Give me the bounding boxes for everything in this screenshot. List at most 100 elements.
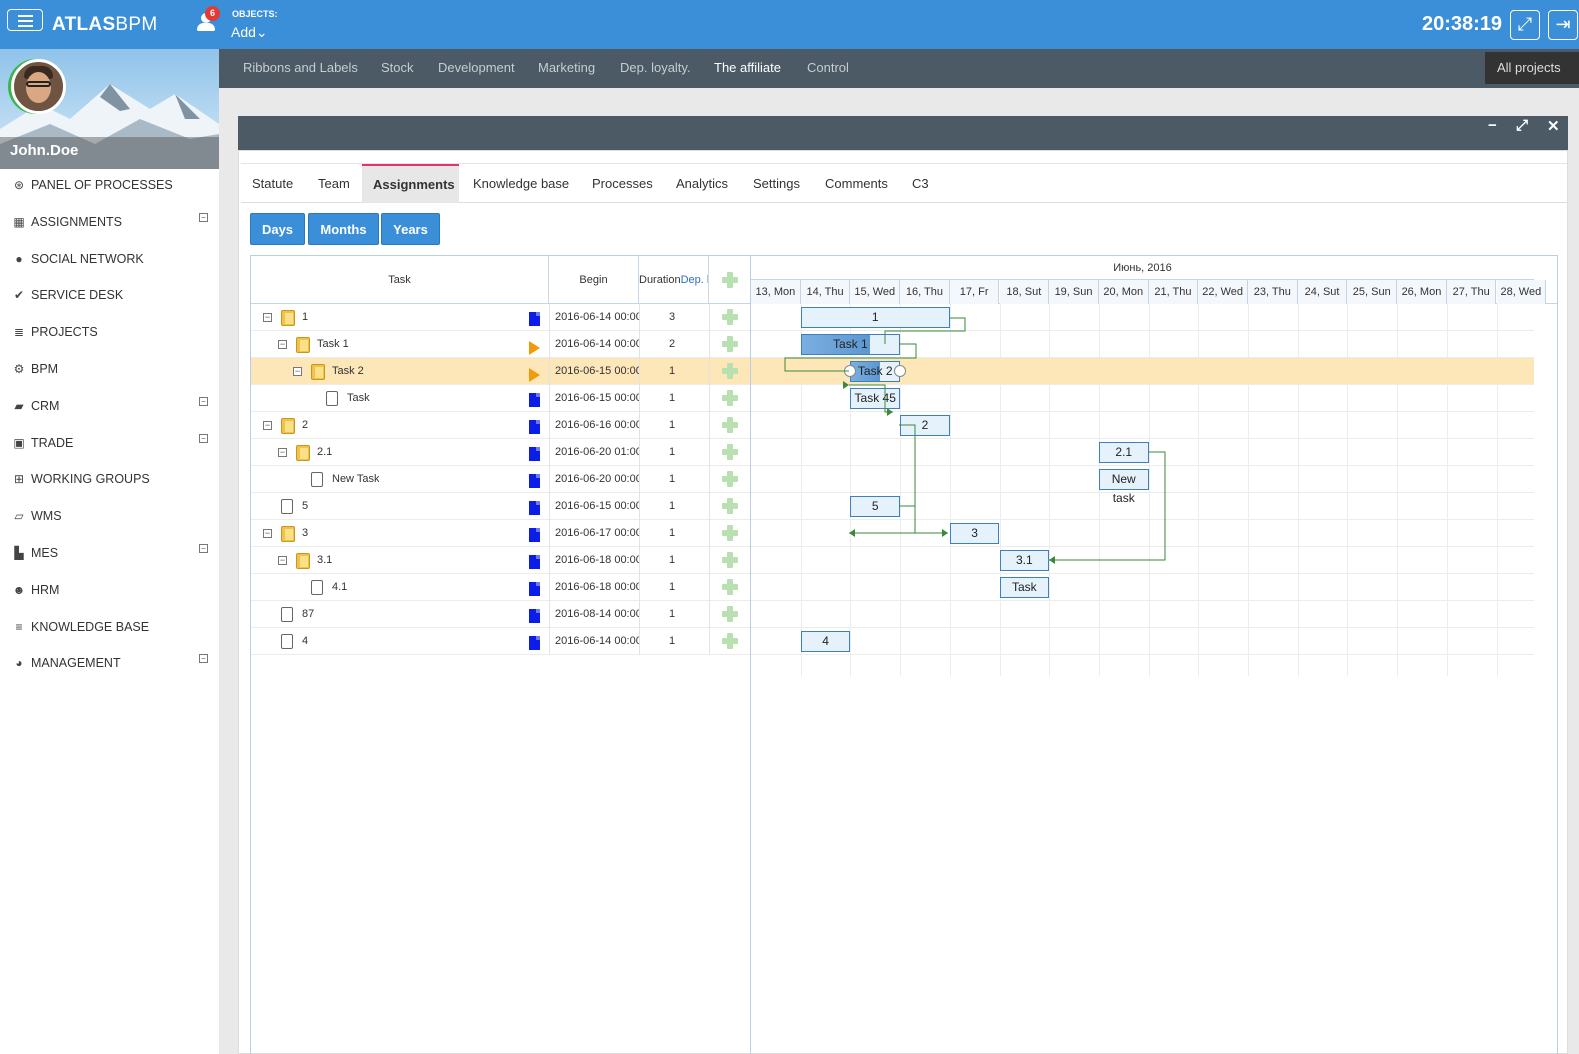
tab-processes[interactable]: Processes [581, 164, 664, 203]
sidebar-item-knowledge-base[interactable]: ≡ KNOWLEDGE BASE [0, 611, 219, 648]
day-header: 26, Mon [1397, 280, 1447, 304]
day-header: 14, Thu [800, 280, 851, 304]
sidebar-item-wms[interactable]: ▱ WMS [0, 500, 219, 537]
tab-team[interactable]: Team [307, 164, 361, 203]
cogs-icon: ⚙ [13, 361, 25, 376]
gantt-grid: Task Begin DurationDep. l Июнь, 2016 13,… [250, 255, 1558, 1054]
sidebar-item-social-network[interactable]: ● SOCIAL NETWORK [0, 243, 219, 280]
expand-toggle-icon[interactable]: − [199, 543, 208, 553]
clock: 20:38:19 [1422, 13, 1503, 35]
expand-toggle-icon[interactable]: − [199, 433, 208, 443]
day-header: 24, Sut [1297, 280, 1348, 304]
hamburger-menu-icon[interactable] [7, 9, 43, 31]
expand-toggle-icon[interactable]: − [199, 212, 208, 222]
sidebar-item-mes[interactable]: ▙ MES − [0, 537, 219, 574]
user-notifications-icon[interactable]: 6 [197, 6, 220, 33]
folder-open-icon: ▱ [14, 509, 24, 524]
user-name[interactable]: John.Doe [0, 137, 219, 169]
day-header: 25, Sun [1347, 280, 1398, 304]
day-header: 21, Thu [1148, 280, 1199, 304]
sidebar-item-label: SERVICE DESK [31, 288, 124, 303]
dependency-link [899, 505, 948, 534]
dependency-link [884, 317, 966, 344]
arrowhead [942, 529, 948, 537]
list-icon: ≣ [13, 325, 25, 340]
sidebar-item-label: HRM [31, 582, 60, 597]
project-tab-control[interactable]: Control [807, 60, 849, 75]
project-tab-affiliate[interactable]: The affiliate [714, 60, 781, 75]
tab-knowledge-base[interactable]: Knowledge base [462, 164, 580, 203]
day-header: 28, Wed [1496, 280, 1547, 304]
sidebar-item-crm[interactable]: ▰ CRM − [0, 390, 219, 427]
sidebar-item-projects[interactable]: ≣ PROJECTS [0, 316, 219, 353]
day-header: 13, Mon [751, 280, 801, 304]
column-header-task[interactable]: Task [251, 256, 549, 304]
dependency-link [849, 384, 893, 413]
add-dropdown[interactable]: Add⌄ [231, 24, 268, 41]
project-tab-ribbons[interactable]: Ribbons and Labels [243, 60, 358, 75]
avatar[interactable] [11, 59, 66, 114]
sidebar-item-trade[interactable]: ▣ TRADE − [0, 427, 219, 464]
sidebar-item-label: TRADE [31, 435, 74, 450]
money-icon: ▣ [13, 435, 25, 450]
sidebar-item-hrm[interactable]: ☻ HRM [0, 574, 219, 611]
dependency-links [784, 317, 1166, 564]
close-icon[interactable]: ✕ [1547, 117, 1560, 135]
chevron-down-icon: ⌄ [255, 24, 268, 40]
minimize-icon[interactable]: − [1488, 117, 1497, 134]
app-logo[interactable]: ATLASBPM [52, 14, 158, 36]
day-header: 22, Wed [1198, 280, 1248, 304]
sidebar-item-label: PANEL OF PROCESSES [31, 178, 173, 192]
days-button[interactable]: Days [250, 213, 305, 245]
arrowhead [1049, 556, 1055, 564]
day-header: 23, Thu [1248, 280, 1298, 304]
day-header: 19, Sun [1049, 280, 1099, 304]
add-task-header[interactable] [709, 256, 751, 304]
sidebar-item-service-desk[interactable]: ✔ SERVICE DESK [0, 279, 219, 316]
sidebar-item-bpm[interactable]: ⚙ BPM [0, 353, 219, 390]
tab-comments[interactable]: Comments [814, 164, 899, 203]
all-projects-button[interactable]: All projects [1485, 52, 1579, 84]
column-header-begin[interactable]: Begin [549, 256, 639, 304]
project-tab-dep-loyalty[interactable]: Dep. loyalty. [620, 60, 691, 75]
months-button[interactable]: Months [308, 213, 379, 245]
sidebar-item-label: MES [31, 545, 59, 560]
tab-statute[interactable]: Statute [241, 164, 304, 203]
sidebar-item-label: MANAGEMENT [31, 656, 121, 671]
dependency-link [849, 424, 916, 534]
fullscreen-icon[interactable]: ⤢ [1510, 10, 1540, 40]
sidebar-item-label: WMS [31, 509, 62, 524]
sidebar-item-panel-of-processes[interactable]: ⊛ PANEL OF PROCESSES [0, 169, 219, 206]
check-icon: ✔ [13, 288, 25, 303]
database-icon: ≡ [15, 619, 23, 634]
sidebar-item-assignments[interactable]: ▦ ASSIGNMENTS − [0, 206, 219, 243]
tab-assignments[interactable]: Assignments [362, 164, 459, 203]
profile-banner: John.Doe [0, 49, 219, 169]
grid-splitter[interactable] [750, 256, 751, 1054]
sitemap-icon: ⊞ [13, 472, 25, 487]
users-icon: ☻ [12, 582, 26, 597]
project-tab-development[interactable]: Development [438, 60, 515, 75]
tab-settings[interactable]: Settings [742, 164, 811, 203]
day-header: 20, Mon [1098, 280, 1149, 304]
add-task-icon[interactable] [722, 272, 738, 288]
column-header-duration[interactable]: DurationDep. l [639, 256, 709, 304]
arrowhead [887, 408, 893, 416]
sidebar-item-working-groups[interactable]: ⊞ WORKING GROUPS [0, 463, 219, 500]
calendar-icon: ▦ [13, 214, 25, 229]
project-tab-stock[interactable]: Stock [381, 60, 414, 75]
expand-icon[interactable]: ⤢ [1516, 117, 1528, 134]
expand-toggle-icon[interactable]: − [199, 654, 208, 664]
tab-analytics[interactable]: Analytics [665, 164, 739, 203]
sidebar-item-label: SOCIAL NETWORK [31, 251, 144, 266]
sidebar-item-management[interactable]: ◕ MANAGEMENT − [0, 647, 219, 684]
tab-c3[interactable]: C3 [901, 164, 940, 203]
project-tab-marketing[interactable]: Marketing [538, 60, 595, 75]
expand-toggle-icon[interactable]: − [199, 396, 208, 406]
dependency-link [784, 343, 917, 372]
top-bar: ATLASBPM 6 OBJECTS: Add⌄ 20:38:19 ⤢ ⇥ [0, 0, 1579, 49]
years-button[interactable]: Years [381, 213, 440, 245]
sidebar-nav: ⊛ PANEL OF PROCESSES ▦ ASSIGNMENTS − ● SOCIAL … [0, 169, 219, 684]
logout-icon[interactable]: ⇥ [1548, 10, 1578, 40]
book-icon: ▰ [14, 398, 24, 413]
